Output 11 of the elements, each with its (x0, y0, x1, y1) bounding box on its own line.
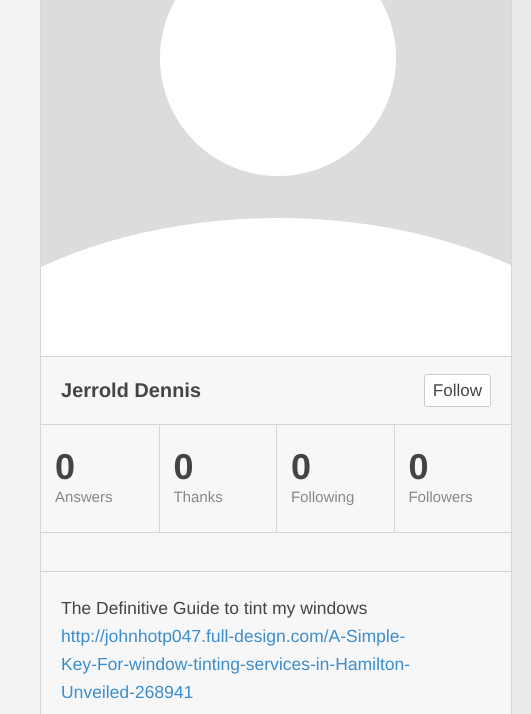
stat-label: Answers (55, 488, 114, 508)
bio-title: The Definitive Guide to tint my windows (61, 597, 368, 620)
stat-value: 0 (55, 447, 76, 488)
stat-label: Thanks (174, 488, 224, 508)
stat-value: 0 (291, 447, 312, 488)
stat-label: Following (291, 488, 356, 508)
stat-value: 0 (174, 447, 195, 488)
profile-name: Jerrold Dennis (61, 378, 202, 404)
follow-button[interactable]: Follow (424, 374, 491, 408)
stat-value: 0 (408, 447, 430, 488)
stat-label: Followers (408, 488, 474, 508)
